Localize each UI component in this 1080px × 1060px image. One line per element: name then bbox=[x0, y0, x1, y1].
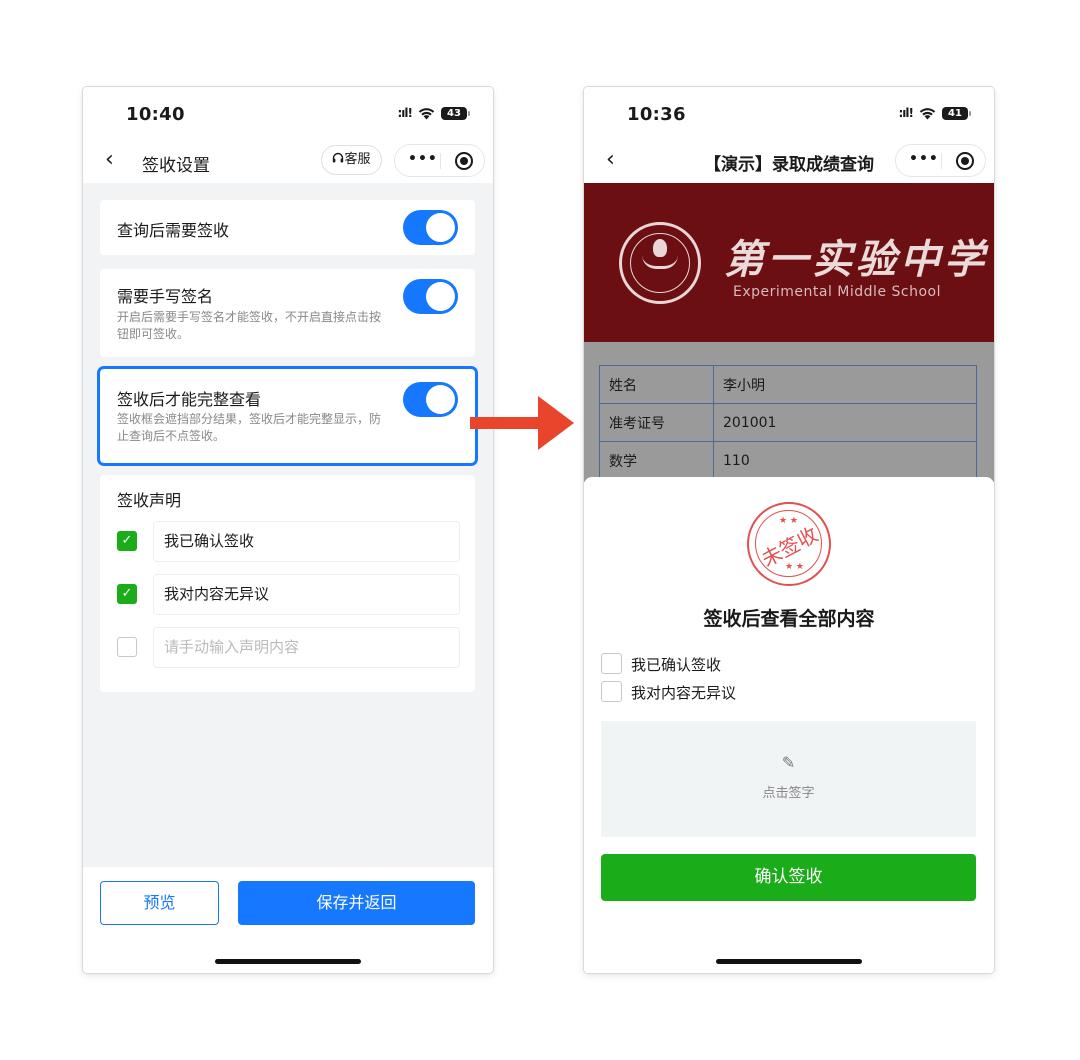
status-time: 10:36 bbox=[627, 104, 686, 125]
sign-checkbox[interactable] bbox=[601, 653, 622, 674]
school-name: 第一实验中学 bbox=[724, 236, 988, 283]
status-time: 10:40 bbox=[126, 104, 185, 125]
settings-phone-screen: 10:40 :ıl! 43 ‹ 签收设置 客服 ••• 查询后需要签收 需要手写… bbox=[83, 87, 493, 973]
sign-checkbox[interactable] bbox=[601, 681, 622, 702]
arrow-shaft bbox=[470, 417, 548, 429]
sign-sheet: ★ ★ ★ ★ 未签收 签收后查看全部内容 我已确认签收 我对内容无异议 ✎ 点… bbox=[584, 477, 994, 973]
capsule-divider bbox=[941, 153, 942, 169]
mini-program-capsule: ••• bbox=[895, 144, 986, 177]
table-row: 数学 110 bbox=[599, 441, 977, 480]
sign-check-label[interactable]: 我已确认签收 bbox=[631, 654, 721, 675]
school-banner: 第一实验中学 Experimental Middle School bbox=[584, 183, 994, 342]
pen-icon: ✎ bbox=[781, 753, 796, 772]
wifi-icon bbox=[418, 107, 435, 119]
save-return-button[interactable]: 保存并返回 bbox=[238, 881, 475, 925]
result-area: 姓名 李小明 准考证号 201001 数学 110 bbox=[584, 342, 994, 482]
home-indicator bbox=[716, 959, 862, 964]
toggle-handwrite[interactable] bbox=[403, 279, 458, 314]
headset-icon bbox=[333, 152, 344, 163]
battery-icon: 41 bbox=[942, 106, 971, 120]
battery-icon: 43 bbox=[441, 106, 470, 120]
toggle-require-sign[interactable] bbox=[403, 210, 458, 245]
school-name-en: Experimental Middle School bbox=[733, 284, 941, 300]
customer-service-label: 客服 bbox=[344, 152, 371, 167]
setting-title: 需要手写签名 bbox=[117, 287, 214, 306]
sheet-title: 签收后查看全部内容 bbox=[703, 608, 875, 630]
school-emblem-icon bbox=[619, 222, 701, 304]
statement-input[interactable]: 我已确认签收 bbox=[153, 521, 460, 562]
nav-bar: ‹ 签收设置 客服 ••• bbox=[83, 139, 493, 183]
setting-title: 签收后才能完整查看 bbox=[117, 390, 262, 409]
signal-icon: :ıl! bbox=[898, 106, 914, 120]
status-icons: :ıl! 43 bbox=[397, 106, 470, 120]
signal-icon: :ıl! bbox=[397, 106, 413, 120]
status-icons: :ıl! 41 bbox=[898, 106, 971, 120]
home-indicator bbox=[215, 959, 361, 964]
confirm-sign-button[interactable]: 确认签收 bbox=[601, 854, 976, 901]
mini-program-capsule: ••• bbox=[394, 144, 485, 177]
back-icon[interactable]: ‹ bbox=[105, 147, 114, 172]
statement-checkbox[interactable]: ✓ bbox=[117, 531, 137, 551]
capsule-divider bbox=[440, 153, 441, 169]
result-value: 李小明 bbox=[713, 365, 977, 404]
statement-card: 签收声明 ✓ 我已确认签收 ✓ 我对内容无异议 请手动输入声明内容 bbox=[100, 475, 475, 692]
setting-desc: 签收框会遮挡部分结果，签收后才能完整显示，防止查询后不点签收。 bbox=[117, 412, 382, 443]
page-title: 签收设置 bbox=[142, 156, 210, 176]
statement-row: 请手动输入声明内容 bbox=[117, 627, 460, 668]
table-row: 姓名 李小明 bbox=[599, 365, 977, 404]
more-icon[interactable]: ••• bbox=[408, 151, 438, 167]
nav-bar: ‹ 【演示】录取成绩查询 ••• bbox=[584, 139, 994, 183]
statement-row: ✓ 我对内容无异议 bbox=[117, 574, 460, 615]
toggle-full-view[interactable] bbox=[403, 382, 458, 417]
statement-row: ✓ 我已确认签收 bbox=[117, 521, 460, 562]
signature-label: 点击签字 bbox=[762, 786, 815, 801]
result-key: 准考证号 bbox=[599, 403, 714, 442]
statement-checkbox[interactable]: ✓ bbox=[117, 584, 137, 604]
statement-title: 签收声明 bbox=[117, 491, 182, 510]
result-value: 110 bbox=[713, 441, 977, 480]
query-phone-screen: 10:36 :ıl! 41 ‹ 【演示】录取成绩查询 ••• 第一实验中学 Ex… bbox=[584, 87, 994, 973]
statement-checkbox[interactable] bbox=[117, 637, 137, 657]
preview-button[interactable]: 预览 bbox=[100, 881, 219, 925]
statement-input[interactable]: 我对内容无异议 bbox=[153, 574, 460, 615]
result-key: 姓名 bbox=[599, 365, 714, 404]
table-row: 准考证号 201001 bbox=[599, 403, 977, 442]
wifi-icon bbox=[919, 107, 936, 119]
setting-title: 查询后需要签收 bbox=[117, 221, 230, 240]
setting-card-handwrite: 需要手写签名 开启后需要手写签名才能签收，不开启直接点击按钮即可签收。 bbox=[100, 269, 475, 357]
signature-pad[interactable]: ✎ 点击签字 bbox=[601, 721, 976, 837]
close-target-icon[interactable] bbox=[455, 152, 473, 170]
status-bar: 10:36 :ıl! 41 bbox=[584, 87, 994, 139]
setting-card-full-view: 签收后才能完整查看 签收框会遮挡部分结果，签收后才能完整显示，防止查询后不点签收… bbox=[100, 369, 475, 463]
result-table: 姓名 李小明 准考证号 201001 数学 110 bbox=[599, 365, 977, 480]
sign-check-label[interactable]: 我对内容无异议 bbox=[631, 682, 736, 703]
result-value: 201001 bbox=[713, 403, 977, 442]
status-bar: 10:40 :ıl! 43 bbox=[83, 87, 493, 139]
bottom-action-bar: 预览 保存并返回 bbox=[83, 867, 493, 973]
more-icon[interactable]: ••• bbox=[909, 151, 939, 167]
arrow-right-icon bbox=[538, 396, 574, 450]
unsigned-stamp: ★ ★ ★ ★ 未签收 bbox=[747, 502, 831, 586]
customer-service-button[interactable]: 客服 bbox=[321, 145, 382, 175]
setting-desc: 开启后需要手写签名才能签收，不开启直接点击按钮即可签收。 bbox=[117, 310, 382, 341]
result-key: 数学 bbox=[599, 441, 714, 480]
statement-input-placeholder[interactable]: 请手动输入声明内容 bbox=[153, 627, 460, 668]
close-target-icon[interactable] bbox=[956, 152, 974, 170]
setting-card-require-sign: 查询后需要签收 bbox=[100, 200, 475, 255]
